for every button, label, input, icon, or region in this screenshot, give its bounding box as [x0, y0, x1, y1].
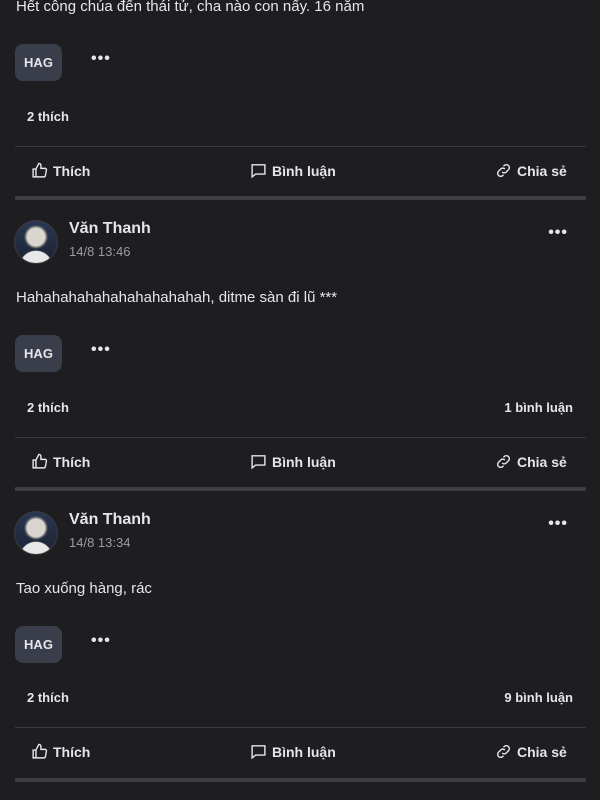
- post-time[interactable]: 14/8 13:46: [69, 244, 130, 259]
- post-text: Hết công chúa đến thái tử, cha nào con n…: [16, 0, 365, 15]
- avatar[interactable]: [14, 511, 58, 555]
- share-label: Chia sẻ: [517, 743, 567, 760]
- like-label: Thích: [53, 453, 91, 470]
- share-button[interactable]: Chia sẻ: [495, 453, 567, 470]
- author-name[interactable]: Văn Thanh: [69, 220, 151, 238]
- comment-label: Bình luận: [272, 743, 336, 760]
- author-name[interactable]: Văn Thanh: [69, 511, 151, 529]
- comments-count[interactable]: 1 bình luận: [504, 400, 573, 415]
- link-icon: [496, 744, 511, 759]
- stock-tag[interactable]: HAG: [15, 626, 62, 663]
- action-bar: Thích Bình luận Chia sẻ: [0, 162, 600, 186]
- divider: [15, 437, 586, 438]
- post-separator: [15, 487, 586, 491]
- link-icon: [496, 454, 511, 469]
- divider: [15, 727, 586, 728]
- stock-tag[interactable]: HAG: [15, 335, 62, 372]
- action-bar: Thích Bình luận Chia sẻ: [0, 453, 600, 477]
- more-dots-icon[interactable]: •••: [548, 515, 568, 533]
- like-button[interactable]: Thích: [31, 162, 90, 179]
- link-icon: [496, 163, 511, 178]
- post-separator: [15, 196, 586, 200]
- like-label: Thích: [53, 162, 91, 179]
- comment-button[interactable]: Bình luận: [250, 453, 336, 470]
- share-label: Chia sẻ: [517, 453, 567, 470]
- post-header: Văn Thanh 14/8 13:46 •••: [14, 220, 586, 266]
- post-time[interactable]: 14/8 13:34: [69, 535, 130, 550]
- share-button[interactable]: Chia sẻ: [495, 162, 567, 179]
- post-stats: 2 thích 9 bình luận: [27, 690, 573, 710]
- divider: [15, 146, 586, 147]
- more-options-icon[interactable]: •••: [91, 341, 111, 359]
- post-text: Hahahahahahahahahahahah, ditme sàn đi lũ…: [16, 289, 338, 306]
- likes-count[interactable]: 2 thích: [27, 690, 69, 705]
- avatar[interactable]: [14, 220, 58, 264]
- like-button[interactable]: Thích: [31, 453, 90, 470]
- share-button[interactable]: Chia sẻ: [495, 743, 567, 760]
- post-stats: 2 thích: [27, 109, 573, 129]
- comment-bubble-icon: [251, 455, 266, 470]
- likes-count[interactable]: 2 thích: [27, 109, 69, 124]
- more-options-icon[interactable]: •••: [91, 632, 111, 650]
- post-stats: 2 thích 1 bình luận: [27, 400, 573, 420]
- stock-tag[interactable]: HAG: [15, 44, 62, 81]
- post-separator: [15, 778, 586, 782]
- comment-bubble-icon: [251, 745, 266, 760]
- action-bar: Thích Bình luận Chia sẻ: [0, 743, 600, 767]
- share-label: Chia sẻ: [517, 162, 567, 179]
- more-dots-icon[interactable]: •••: [548, 224, 568, 242]
- post-text: Tao xuống hàng, rác: [16, 580, 152, 597]
- comments-count[interactable]: 9 bình luận: [504, 690, 573, 705]
- like-label: Thích: [53, 743, 91, 760]
- comment-label: Bình luận: [272, 162, 336, 179]
- comment-label: Bình luận: [272, 453, 336, 470]
- thumbs-up-icon: [32, 162, 48, 178]
- comment-button[interactable]: Bình luận: [250, 162, 336, 179]
- comment-bubble-icon: [251, 164, 266, 179]
- post-header: Văn Thanh 14/8 13:34 •••: [14, 511, 586, 557]
- likes-count[interactable]: 2 thích: [27, 400, 69, 415]
- thumbs-up-icon: [32, 453, 48, 469]
- comment-button[interactable]: Bình luận: [250, 743, 336, 760]
- thumbs-up-icon: [32, 743, 48, 759]
- like-button[interactable]: Thích: [31, 743, 90, 760]
- more-options-icon[interactable]: •••: [91, 50, 111, 68]
